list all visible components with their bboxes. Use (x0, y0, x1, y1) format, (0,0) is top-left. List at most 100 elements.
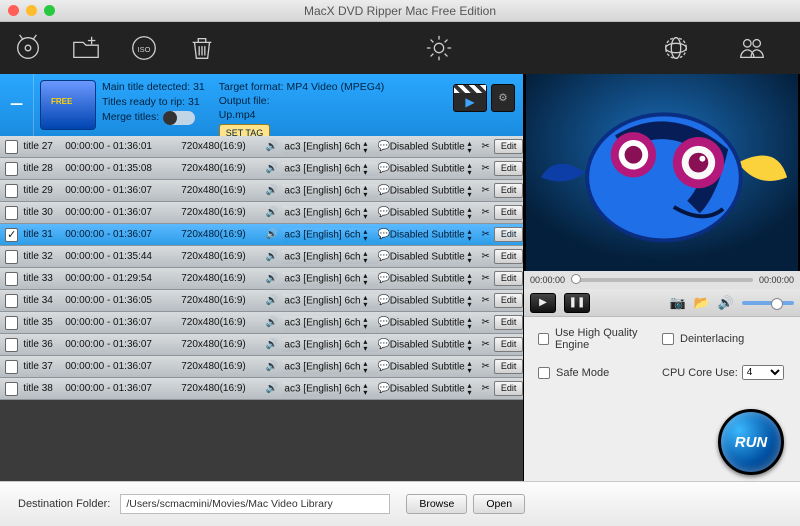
output-settings-button[interactable]: ⚙ (491, 84, 515, 112)
row-checkbox[interactable] (5, 360, 18, 374)
pause-button[interactable]: ❚❚ (564, 293, 590, 313)
open-snapshot-folder-icon[interactable]: 📂 (694, 295, 710, 311)
row-checkbox[interactable] (5, 206, 18, 220)
row-checkbox[interactable] (5, 184, 18, 198)
scissors-icon[interactable]: ✂ (479, 361, 492, 372)
scissors-icon[interactable]: ✂ (479, 273, 492, 284)
row-checkbox[interactable] (5, 140, 18, 154)
time-slider[interactable] (571, 278, 753, 282)
audio-select[interactable]: ac3 [English] 6ch ▴▾ (282, 184, 377, 198)
table-row[interactable]: title 3200:00:00 - 01:35:44720x480(16:9)… (0, 246, 523, 268)
audio-select[interactable]: ac3 [English] 6ch ▴▾ (282, 206, 377, 220)
play-button[interactable]: ▶ (530, 293, 556, 313)
scissors-icon[interactable]: ✂ (479, 207, 492, 218)
subtitle-select[interactable]: Disabled Subtitle ▴▾ (390, 140, 479, 154)
scissors-icon[interactable]: ✂ (479, 251, 492, 262)
row-checkbox[interactable] (5, 382, 18, 396)
snapshot-icon[interactable]: 📷 (669, 295, 685, 311)
hq-engine-option[interactable]: Use High Quality Engine (538, 327, 662, 351)
audio-select[interactable]: ac3 [English] 6ch ▴▾ (282, 140, 377, 154)
edit-button[interactable]: Edit (494, 161, 523, 176)
audio-select[interactable]: ac3 [English] 6ch ▴▾ (282, 272, 377, 286)
footer: Destination Folder: /Users/scmacmini/Mov… (0, 481, 800, 526)
subtitle-select[interactable]: Disabled Subtitle ▴▾ (390, 228, 479, 242)
dest-folder-path[interactable]: /Users/scmacmini/Movies/Mac Video Librar… (120, 494, 390, 514)
merge-toggle[interactable] (163, 111, 195, 125)
edit-button[interactable]: Edit (494, 205, 523, 220)
scissors-icon[interactable]: ✂ (479, 339, 492, 350)
safe-mode-option[interactable]: Safe Mode (538, 367, 662, 379)
subtitle-select[interactable]: Disabled Subtitle ▴▾ (390, 316, 479, 330)
table-row[interactable]: title 3700:00:00 - 01:36:07720x480(16:9)… (0, 356, 523, 378)
cpu-cores-select[interactable]: 4 (742, 365, 784, 380)
table-row[interactable]: title 2800:00:00 - 01:35:08720x480(16:9)… (0, 158, 523, 180)
iso-icon[interactable]: ISO (126, 30, 162, 66)
open-button[interactable]: Open (473, 494, 525, 514)
scissors-icon[interactable]: ✂ (479, 163, 492, 174)
table-row[interactable]: title 3000:00:00 - 01:36:07720x480(16:9)… (0, 202, 523, 224)
dvd-disc-icon[interactable] (10, 30, 46, 66)
edit-button[interactable]: Edit (494, 337, 523, 352)
preview-clapper-button[interactable]: ▶ (453, 84, 487, 112)
subtitle-select[interactable]: Disabled Subtitle ▴▾ (390, 162, 479, 176)
scissors-icon[interactable]: ✂ (479, 185, 492, 196)
subtitle-select[interactable]: Disabled Subtitle ▴▾ (390, 250, 479, 264)
scissors-icon[interactable]: ✂ (479, 295, 492, 306)
edit-button[interactable]: Edit (494, 271, 523, 286)
table-row[interactable]: title 3600:00:00 - 01:36:07720x480(16:9)… (0, 334, 523, 356)
table-row[interactable]: ✓title 3100:00:00 - 01:36:07720x480(16:9… (0, 224, 523, 246)
edit-button[interactable]: Edit (494, 249, 523, 264)
people-icon[interactable] (734, 30, 770, 66)
row-checkbox[interactable] (5, 338, 18, 352)
table-row[interactable]: title 3800:00:00 - 01:36:07720x480(16:9)… (0, 378, 523, 400)
table-row[interactable]: title 3500:00:00 - 01:36:07720x480(16:9)… (0, 312, 523, 334)
table-row[interactable]: title 3300:00:00 - 01:29:54720x480(16:9)… (0, 268, 523, 290)
trash-icon[interactable] (184, 30, 220, 66)
scissors-icon[interactable]: ✂ (479, 229, 492, 240)
title-list[interactable]: title 2700:00:00 - 01:36:01720x480(16:9)… (0, 136, 523, 481)
edit-button[interactable]: Edit (494, 315, 523, 330)
audio-select[interactable]: ac3 [English] 6ch ▴▾ (282, 250, 377, 264)
audio-select[interactable]: ac3 [English] 6ch ▴▾ (282, 316, 377, 330)
edit-button[interactable]: Edit (494, 183, 523, 198)
subtitle-select[interactable]: Disabled Subtitle ▴▾ (390, 184, 479, 198)
edit-button[interactable]: Edit (494, 381, 523, 396)
audio-select[interactable]: ac3 [English] 6ch ▴▾ (282, 294, 377, 308)
audio-select[interactable]: ac3 [English] 6ch ▴▾ (282, 360, 377, 374)
collapse-toggle[interactable]: − (0, 74, 34, 136)
subtitle-select[interactable]: Disabled Subtitle ▴▾ (390, 272, 479, 286)
deinterlacing-option[interactable]: Deinterlacing (662, 333, 786, 345)
edit-button[interactable]: Edit (494, 227, 523, 242)
volume-slider[interactable] (742, 301, 794, 305)
edit-button[interactable]: Edit (494, 139, 523, 154)
row-checkbox[interactable] (5, 250, 18, 264)
browse-button[interactable]: Browse (406, 494, 467, 514)
audio-select[interactable]: ac3 [English] 6ch ▴▾ (282, 382, 377, 396)
table-row[interactable]: title 2700:00:00 - 01:36:01720x480(16:9)… (0, 136, 523, 158)
row-checkbox[interactable]: ✓ (5, 228, 18, 242)
scissors-icon[interactable]: ✂ (479, 317, 492, 328)
row-checkbox[interactable] (5, 162, 18, 176)
web-globe-icon[interactable] (658, 30, 694, 66)
row-checkbox[interactable] (5, 294, 18, 308)
edit-button[interactable]: Edit (494, 293, 523, 308)
table-row[interactable]: title 3400:00:00 - 01:36:05720x480(16:9)… (0, 290, 523, 312)
subtitle-select[interactable]: Disabled Subtitle ▴▾ (390, 382, 479, 396)
table-row[interactable]: title 2900:00:00 - 01:36:07720x480(16:9)… (0, 180, 523, 202)
row-checkbox[interactable] (5, 272, 18, 286)
row-checkbox[interactable] (5, 316, 18, 330)
subtitle-select[interactable]: Disabled Subtitle ▴▾ (390, 360, 479, 374)
subtitle-select[interactable]: Disabled Subtitle ▴▾ (390, 294, 479, 308)
edit-button[interactable]: Edit (494, 359, 523, 374)
scissors-icon[interactable]: ✂ (479, 383, 492, 394)
audio-select[interactable]: ac3 [English] 6ch ▴▾ (282, 162, 377, 176)
subtitle-select[interactable]: Disabled Subtitle ▴▾ (390, 206, 479, 220)
audio-select[interactable]: ac3 [English] 6ch ▴▾ (282, 228, 377, 242)
run-button[interactable]: RUN (718, 409, 784, 475)
volume-icon[interactable]: 🔊 (718, 295, 734, 311)
audio-select[interactable]: ac3 [English] 6ch ▴▾ (282, 338, 377, 352)
scissors-icon[interactable]: ✂ (479, 141, 492, 152)
subtitle-select[interactable]: Disabled Subtitle ▴▾ (390, 338, 479, 352)
settings-gear-icon[interactable] (421, 30, 457, 66)
add-folder-icon[interactable] (68, 30, 104, 66)
